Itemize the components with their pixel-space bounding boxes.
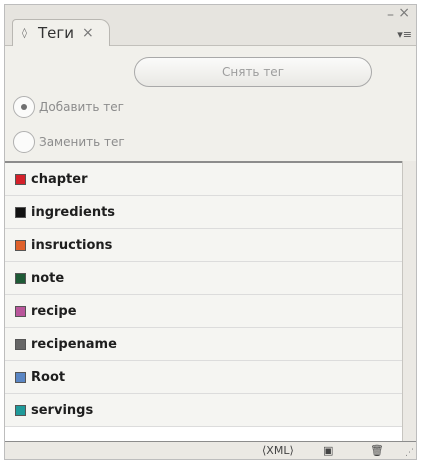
tag-row-recipename[interactable]: recipename	[5, 328, 402, 361]
tag-color-swatch	[15, 371, 26, 383]
tab-close-icon[interactable]: ×	[82, 25, 94, 41]
radio-add-tag-control[interactable]	[13, 96, 35, 118]
tag-row-servings[interactable]: servings	[5, 394, 402, 427]
panel-tabbar: ◊ Теги × – × ▾≡	[5, 5, 416, 46]
resize-grip-icon[interactable]: ⋰	[405, 448, 414, 458]
tag-name: chapter	[31, 171, 88, 187]
radio-replace-tag-label: Заменить тег	[39, 135, 125, 149]
tag-row-insructions[interactable]: insructions	[5, 229, 402, 262]
tag-row-note[interactable]: note	[5, 262, 402, 295]
tag-list: chapter ingredients insructions note rec…	[5, 161, 402, 441]
close-icon[interactable]: ×	[398, 5, 410, 21]
tag-color-swatch	[15, 305, 26, 317]
tag-name: insructions	[31, 237, 113, 253]
tag-row-root[interactable]: Root	[5, 361, 402, 394]
tag-color-swatch	[15, 272, 26, 284]
tag-name: recipename	[31, 336, 117, 352]
panel-menu-icon[interactable]: ▾≡	[397, 28, 412, 41]
untag-button[interactable]: Снять тег	[134, 57, 372, 87]
tag-row-recipe[interactable]: recipe	[5, 295, 402, 328]
tag-row-chapter[interactable]: chapter	[5, 163, 402, 196]
tag-name: recipe	[31, 303, 77, 319]
tag-name: ingredients	[31, 204, 116, 220]
tab-tags[interactable]: ◊ Теги ×	[12, 19, 110, 46]
tag-name: note	[31, 270, 65, 286]
trash-icon[interactable]: 🗑	[370, 445, 384, 457]
autotag-icon[interactable]: ⟨XML⟩	[262, 445, 294, 457]
radio-add-tag[interactable]: Добавить тег	[13, 96, 124, 118]
tag-color-swatch	[15, 239, 26, 251]
tag-list-scrollbar[interactable]	[402, 161, 416, 441]
radio-selected-dot	[21, 104, 27, 110]
panel-bottom-bar: ⟨XML⟩ ▣ 🗑 ⋰	[5, 441, 416, 459]
tag-name: servings	[31, 402, 94, 418]
tag-color-swatch	[15, 206, 26, 218]
tags-panel: ◊ Теги × – × ▾≡ Снять тег Добавить тег З…	[4, 4, 417, 460]
tag-color-swatch	[15, 173, 26, 185]
tag-row-ingredients[interactable]: ingredients	[5, 196, 402, 229]
radio-replace-tag[interactable]: Заменить тег	[13, 131, 125, 153]
tag-name: Root	[31, 369, 66, 385]
tag-color-swatch	[15, 338, 26, 350]
new-tag-icon[interactable]: ▣	[323, 445, 333, 457]
radio-replace-tag-control[interactable]	[13, 131, 35, 153]
radio-add-tag-label: Добавить тег	[39, 100, 124, 114]
tab-diamond-icon: ◊	[22, 27, 27, 39]
collapse-icon[interactable]: –	[387, 7, 394, 23]
tag-color-swatch	[15, 404, 26, 416]
tab-title: Теги	[38, 24, 75, 42]
